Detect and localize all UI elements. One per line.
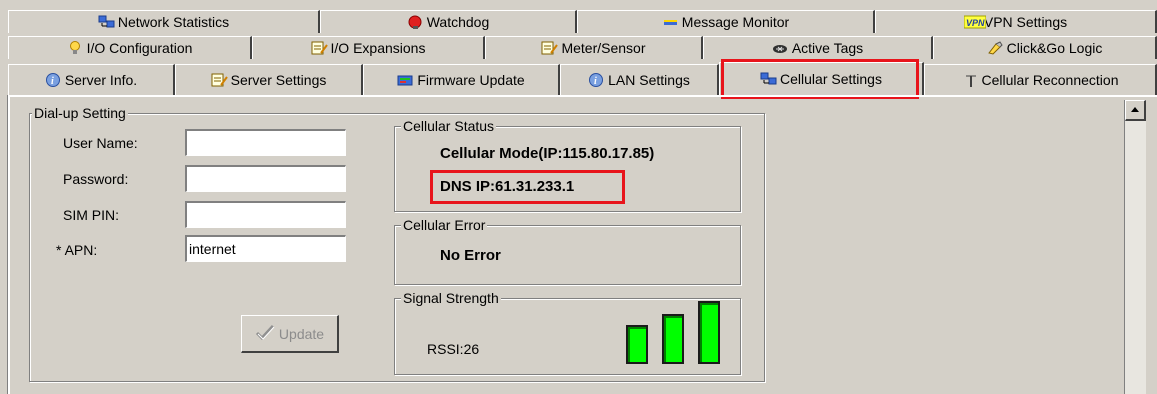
tab-label: Server Info.	[64, 72, 138, 88]
simpin-field[interactable]	[185, 201, 346, 228]
apn-field[interactable]	[185, 235, 346, 262]
tab-firmware-update[interactable]: Firmware Update	[363, 64, 560, 95]
tab-io-configuration[interactable]: I/O Configuration	[8, 36, 252, 59]
tab-label: Cellular Settings	[780, 71, 882, 87]
logic-icon	[987, 41, 1004, 55]
tab-network-statistics[interactable]: Network Statistics	[8, 10, 320, 33]
tab-label: Message Monitor	[681, 14, 790, 30]
cellular-status-group: Cellular Status	[394, 118, 741, 212]
tab-label: I/O Configuration	[86, 40, 193, 56]
cellular-status-legend: Cellular Status	[401, 118, 497, 134]
tab-message-monitor[interactable]: Message Monitor	[577, 10, 875, 33]
left-edge	[0, 95, 8, 394]
tab-label: I/O Expansions	[330, 40, 426, 56]
expansion-icon	[311, 41, 328, 55]
tab-vpn-settings[interactable]: VPN VPN Settings	[875, 10, 1157, 33]
update-button[interactable]: Update	[241, 315, 339, 353]
info-icon: i	[588, 73, 605, 87]
tab-label: Watchdog	[426, 14, 490, 30]
tab-server-info[interactable]: i Server Info.	[8, 64, 175, 95]
apn-label: * APN:	[56, 242, 98, 258]
tab-clickgo-logic[interactable]: Click&Go Logic	[933, 36, 1157, 59]
tab-label: Active Tags	[791, 40, 864, 56]
vertical-scrollbar[interactable]	[1124, 100, 1146, 394]
tab-label: LAN Settings	[608, 72, 690, 88]
checkmark-icon	[255, 324, 275, 343]
tab-label: Server Settings	[230, 72, 327, 88]
network-icon	[98, 15, 115, 29]
svg-text:i: i	[594, 76, 597, 87]
meter-icon	[541, 41, 559, 55]
signal-bar-3	[698, 301, 720, 364]
info-icon: i	[45, 73, 62, 87]
tab-meter-sensor[interactable]: Meter/Sensor	[485, 36, 703, 59]
tab-lan-settings[interactable]: i LAN Settings	[560, 64, 719, 95]
tab-active-tags[interactable]: Active Tags	[703, 36, 933, 59]
tab-label: Meter/Sensor	[561, 40, 646, 56]
tab-watchdog[interactable]: Watchdog	[320, 10, 577, 33]
tab-server-settings[interactable]: Server Settings	[175, 64, 363, 95]
cellular-mode-text: Cellular Mode(IP:115.80.17.85)	[440, 145, 655, 162]
signal-bar-1	[626, 325, 648, 364]
svg-text:i: i	[51, 76, 54, 87]
antenna-icon	[962, 73, 979, 87]
tab-row-3: i Server Info. Server Settings Firmware …	[8, 62, 1157, 95]
signal-strength-legend: Signal Strength	[401, 290, 501, 306]
password-label: Password:	[63, 171, 129, 187]
password-field[interactable]	[185, 165, 346, 192]
tab-label: Cellular Reconnection	[981, 72, 1119, 88]
settings-icon	[211, 73, 228, 87]
username-field[interactable]	[185, 129, 346, 156]
tab-io-expansions[interactable]: I/O Expansions	[252, 36, 485, 59]
cellular-error-legend: Cellular Error	[401, 217, 488, 233]
tab-label: VPN Settings	[983, 14, 1068, 30]
dialup-legend: Dial-up Setting	[32, 105, 128, 121]
rssi-text: RSSI:26	[427, 341, 480, 357]
tab-cellular-reconnection[interactable]: Cellular Reconnection	[924, 64, 1157, 95]
vpn-icon: VPN	[963, 15, 987, 29]
update-label: Update	[278, 325, 325, 342]
cellular-error-text: No Error	[440, 247, 501, 264]
watchdog-icon	[407, 15, 424, 29]
svg-text:VPN: VPN	[966, 18, 985, 28]
tags-icon	[772, 41, 789, 55]
tab-cellular-settings[interactable]: Cellular Settings	[719, 62, 924, 95]
simpin-label: SIM PIN:	[63, 207, 120, 223]
scroll-up-button[interactable]	[1125, 100, 1146, 121]
firmware-icon	[397, 73, 414, 87]
lightbulb-icon	[67, 41, 84, 55]
network-icon	[760, 72, 777, 86]
username-label: User Name:	[63, 135, 138, 151]
tab-label: Click&Go Logic	[1006, 40, 1103, 56]
tab-row-1: Network Statistics Watchdog Message Moni…	[8, 10, 1157, 33]
dns-ip-text: DNS IP:61.31.233.1	[440, 178, 575, 195]
signal-strength-group: Signal Strength	[394, 290, 741, 375]
tab-label: Network Statistics	[117, 14, 230, 30]
tab-row-2: I/O Configuration I/O Expansions Meter/S…	[8, 36, 1157, 59]
tab-label: Firmware Update	[417, 72, 525, 88]
signal-bar-2	[662, 314, 684, 364]
message-icon	[662, 15, 679, 29]
